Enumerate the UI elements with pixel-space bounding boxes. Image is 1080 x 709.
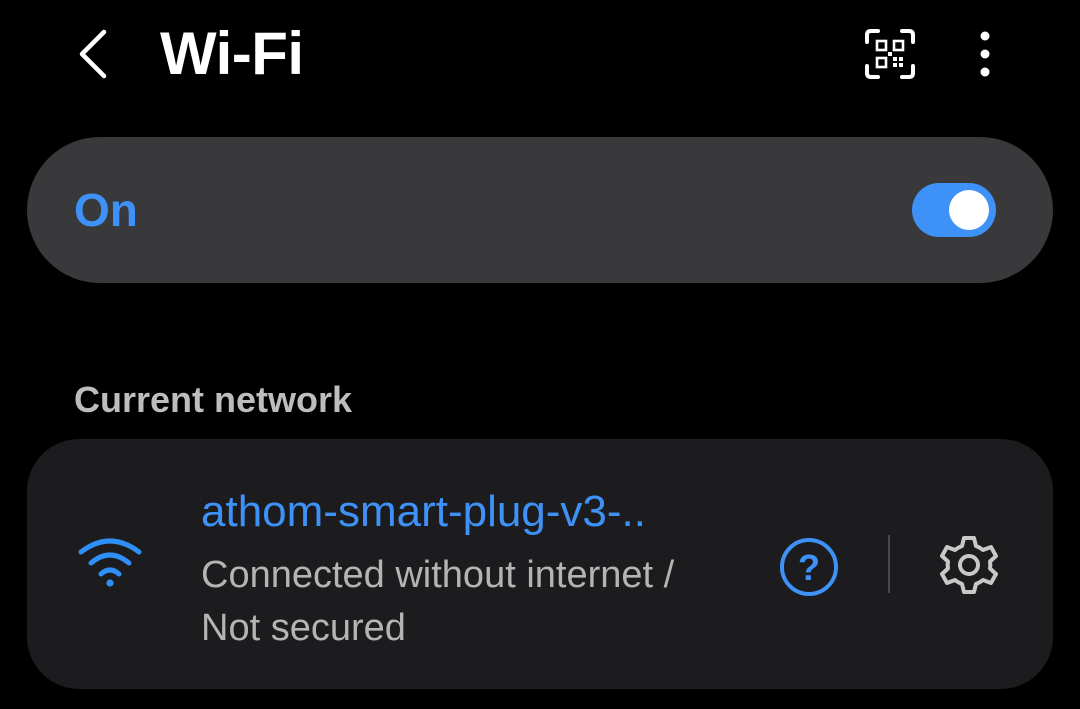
wifi-switch[interactable] [912, 183, 996, 237]
divider [888, 535, 890, 593]
toggle-label: On [74, 184, 138, 236]
help-button[interactable]: ? [778, 536, 840, 598]
switch-knob [949, 190, 989, 230]
network-settings-button[interactable] [937, 533, 1001, 597]
network-status-line-2: Not secured [201, 607, 406, 649]
wifi-settings-screen: Wi-Fi On Current network athom-smart-plu… [0, 0, 1080, 709]
wifi-signal-icon [78, 538, 142, 587]
wifi-master-toggle[interactable]: On [27, 137, 1053, 283]
network-details-link[interactable]: athom-smart-plug-v3-.. Connected without… [201, 483, 761, 655]
more-vertical-icon [980, 31, 990, 77]
help-circle-icon: ? [798, 547, 820, 588]
network-status-line-1: Connected without internet / [201, 554, 675, 596]
page-title: Wi-Fi [160, 20, 304, 87]
network-name: athom-smart-plug-v3-.. [201, 487, 647, 536]
qr-scan-button[interactable] [858, 22, 922, 86]
network-status: Connected without internet / Not secured [201, 549, 761, 655]
app-bar: Wi-Fi [0, 0, 1080, 110]
back-button[interactable] [62, 22, 126, 86]
section-title-current-network: Current network [74, 379, 353, 420]
more-options-button[interactable] [955, 22, 1015, 86]
qr-scan-icon [865, 29, 915, 79]
gear-icon [940, 536, 998, 594]
current-network-card: athom-smart-plug-v3-.. Connected without… [27, 439, 1053, 689]
chevron-left-icon [79, 29, 107, 79]
